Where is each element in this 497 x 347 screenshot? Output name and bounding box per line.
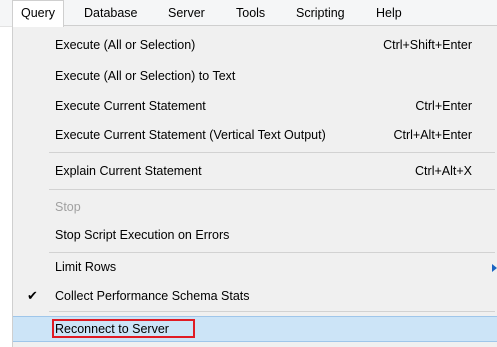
annotation-highlight-box [52,319,195,338]
menu-item-label: Stop [55,200,81,214]
menu-item-label: Execute Current Statement (Vertical Text… [55,128,326,142]
menu-separator [49,189,495,190]
submenu-arrow-icon [492,264,497,272]
menu-item-shortcut: Ctrl+Alt+X [415,164,472,178]
menu-help[interactable]: Help [368,0,410,26]
menu-item-label: Collect Performance Schema Stats [55,289,250,303]
menu-tools[interactable]: Tools [228,0,273,26]
menu-item-execute-all-to-text[interactable]: Execute (All or Selection) to Text [13,63,497,89]
menu-separator [49,152,495,153]
menu-item-label: Execute (All or Selection) [55,38,196,52]
menu-separator [49,252,495,253]
menu-item-stop-script-on-errors[interactable]: Stop Script Execution on Errors [13,222,497,248]
menu-item-label: Limit Rows [55,260,117,274]
menu-item-limit-rows[interactable]: Limit Rows [13,254,497,280]
query-dropdown-menu: Execute (All or Selection) Ctrl+Shift+En… [12,25,497,347]
menu-scripting[interactable]: Scripting [288,0,353,26]
menu-item-label: Stop Script Execution on Errors [55,228,230,242]
menu-bar: Query Database Server Tools Scripting He… [0,0,497,27]
checkmark-icon: ✔ [27,288,38,303]
menu-item-label: Execute Current Statement [55,99,206,113]
menu-separator [49,311,495,312]
menu-item-reconnect-to-server[interactable]: Reconnect to Server [13,316,497,342]
menu-item-stop: Stop [13,194,497,220]
menu-database[interactable]: Database [76,0,146,26]
menu-item-execute-all[interactable]: Execute (All or Selection) Ctrl+Shift+En… [13,32,497,58]
menu-item-execute-current-vertical[interactable]: Execute Current Statement (Vertical Text… [13,122,497,148]
menu-item-label: Execute (All or Selection) to Text [55,69,236,83]
menu-query[interactable]: Query [12,0,65,27]
menu-item-execute-current-statement[interactable]: Execute Current Statement Ctrl+Enter [13,93,497,119]
menu-item-shortcut: Ctrl+Enter [415,99,472,113]
menu-item-explain-current-statement[interactable]: Explain Current Statement Ctrl+Alt+X [13,158,497,184]
menu-item-collect-performance-stats[interactable]: ✔ Collect Performance Schema Stats [13,283,497,309]
menu-server[interactable]: Server [160,0,213,26]
menu-item-label: Explain Current Statement [55,164,202,178]
menu-item-shortcut: Ctrl+Shift+Enter [383,38,472,52]
menu-item-shortcut: Ctrl+Alt+Enter [393,128,472,142]
